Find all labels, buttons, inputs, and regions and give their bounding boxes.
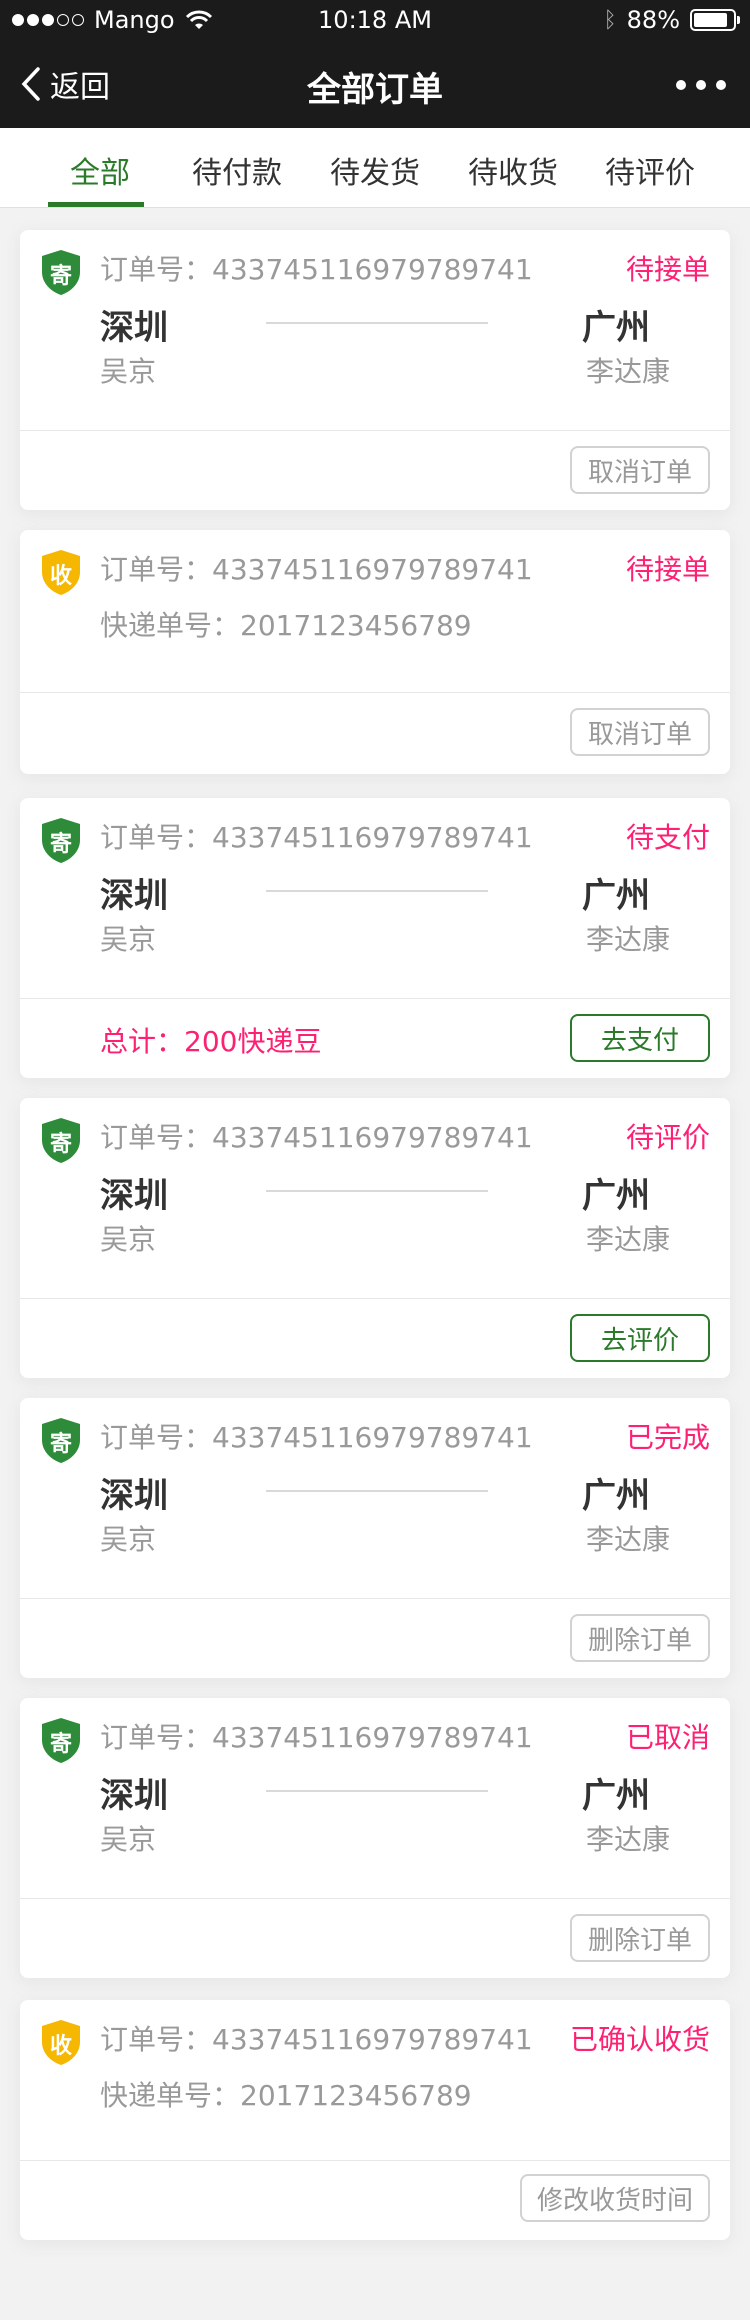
receiver-name: 李达康 — [585, 355, 670, 388]
express-number: 快递单号：2017123456789 — [100, 2079, 472, 2112]
order-status: 待评价 — [625, 1121, 710, 1154]
tab-all[interactable]: 全部 — [30, 148, 170, 192]
route-line — [266, 1190, 488, 1192]
delete-order-button[interactable]: 删除订单 — [570, 1914, 710, 1962]
origin-city: 深圳 — [100, 1476, 168, 1516]
order-card[interactable]: 寄 订单号：433745116979789741 待接单 深圳 广州 吴京 李达… — [20, 230, 730, 510]
tab-pending-shipment[interactable]: 待发货 — [305, 148, 445, 192]
divider — [20, 1298, 730, 1299]
tab-pending-receipt[interactable]: 待收货 — [443, 148, 583, 192]
order-number: 订单号：433745116979789741 — [100, 253, 533, 286]
order-status: 已取消 — [625, 1721, 710, 1754]
divider — [20, 430, 730, 431]
divider — [20, 998, 730, 999]
destination-city: 广州 — [582, 1476, 650, 1516]
modify-receipt-time-button[interactable]: 修改收货时间 — [520, 2174, 710, 2222]
origin-city: 深圳 — [100, 1176, 168, 1216]
receive-badge-icon: 收 — [40, 548, 82, 596]
order-card[interactable]: 寄 订单号：433745116979789741 已完成 深圳 广州 吴京 李达… — [20, 1398, 730, 1678]
order-status: 待接单 — [625, 553, 710, 586]
receiver-name: 李达康 — [585, 923, 670, 956]
divider — [20, 2160, 730, 2161]
battery-percent: 88% — [626, 6, 680, 34]
destination-city: 广州 — [582, 308, 650, 348]
order-status: 已确认收货 — [569, 2023, 710, 2056]
tab-pending-review[interactable]: 待评价 — [580, 148, 720, 192]
order-card[interactable]: 收 订单号：433745116979789741 待接单 快递单号：201712… — [20, 530, 730, 774]
order-number: 订单号：433745116979789741 — [100, 1121, 533, 1154]
order-card[interactable]: 寄 订单号：433745116979789741 待评价 深圳 广州 吴京 李达… — [20, 1098, 730, 1378]
tab-active-indicator — [48, 202, 144, 207]
delete-order-button[interactable]: 删除订单 — [570, 1614, 710, 1662]
order-status: 已完成 — [625, 1421, 710, 1454]
origin-city: 深圳 — [100, 1776, 168, 1816]
send-badge-icon: 寄 — [40, 248, 82, 296]
origin-city: 深圳 — [100, 876, 168, 916]
route-line — [266, 322, 488, 324]
send-badge-icon: 寄 — [40, 1416, 82, 1464]
cancel-order-button[interactable]: 取消订单 — [570, 446, 710, 494]
status-right: ᛒ 88% — [603, 6, 740, 34]
order-number: 订单号：433745116979789741 — [100, 2023, 533, 2056]
order-total: 总计：200快递豆 — [100, 1025, 322, 1058]
review-button[interactable]: 去评价 — [570, 1314, 710, 1362]
route-line — [266, 1790, 488, 1792]
sender-name: 吴京 — [100, 1223, 157, 1256]
destination-city: 广州 — [582, 1176, 650, 1216]
order-status: 待支付 — [625, 821, 710, 854]
destination-city: 广州 — [582, 876, 650, 916]
pay-button[interactable]: 去支付 — [570, 1014, 710, 1062]
sender-name: 吴京 — [100, 1823, 157, 1856]
send-badge-icon: 寄 — [40, 1116, 82, 1164]
order-status: 待接单 — [625, 253, 710, 286]
nav-bar: 返回 全部订单 — [0, 40, 750, 128]
order-number: 订单号：433745116979789741 — [100, 1721, 533, 1754]
bluetooth-icon: ᛒ — [603, 7, 617, 33]
order-tabs: 全部 待付款 待发货 待收货 待评价 — [0, 128, 750, 208]
more-icon[interactable] — [676, 80, 726, 90]
order-number: 订单号：433745116979789741 — [100, 553, 533, 586]
battery-icon — [690, 9, 740, 31]
send-badge-icon: 寄 — [40, 816, 82, 864]
express-number: 快递单号：2017123456789 — [100, 609, 472, 642]
order-card[interactable]: 寄 订单号：433745116979789741 待支付 深圳 广州 吴京 李达… — [20, 798, 730, 1078]
status-bar: Mango 10:18 AM ᛒ 88% — [0, 0, 750, 40]
receive-badge-icon: 收 — [40, 2018, 82, 2066]
sender-name: 吴京 — [100, 1523, 157, 1556]
destination-city: 广州 — [582, 1776, 650, 1816]
sender-name: 吴京 — [100, 923, 157, 956]
send-badge-icon: 寄 — [40, 1716, 82, 1764]
order-number: 订单号：433745116979789741 — [100, 1421, 533, 1454]
divider — [20, 1898, 730, 1899]
order-card[interactable]: 收 订单号：433745116979789741 已确认收货 快递单号：2017… — [20, 2000, 730, 2240]
divider — [20, 1598, 730, 1599]
order-card[interactable]: 寄 订单号：433745116979789741 已取消 深圳 广州 吴京 李达… — [20, 1698, 730, 1978]
receiver-name: 李达康 — [585, 1823, 670, 1856]
order-number: 订单号：433745116979789741 — [100, 821, 533, 854]
tab-pending-payment[interactable]: 待付款 — [167, 148, 307, 192]
route-line — [266, 890, 488, 892]
origin-city: 深圳 — [100, 308, 168, 348]
page-title: 全部订单 — [307, 70, 443, 110]
cancel-order-button[interactable]: 取消订单 — [570, 708, 710, 756]
sender-name: 吴京 — [100, 355, 157, 388]
route-line — [266, 1490, 488, 1492]
receiver-name: 李达康 — [585, 1223, 670, 1256]
divider — [20, 692, 730, 693]
receiver-name: 李达康 — [585, 1523, 670, 1556]
